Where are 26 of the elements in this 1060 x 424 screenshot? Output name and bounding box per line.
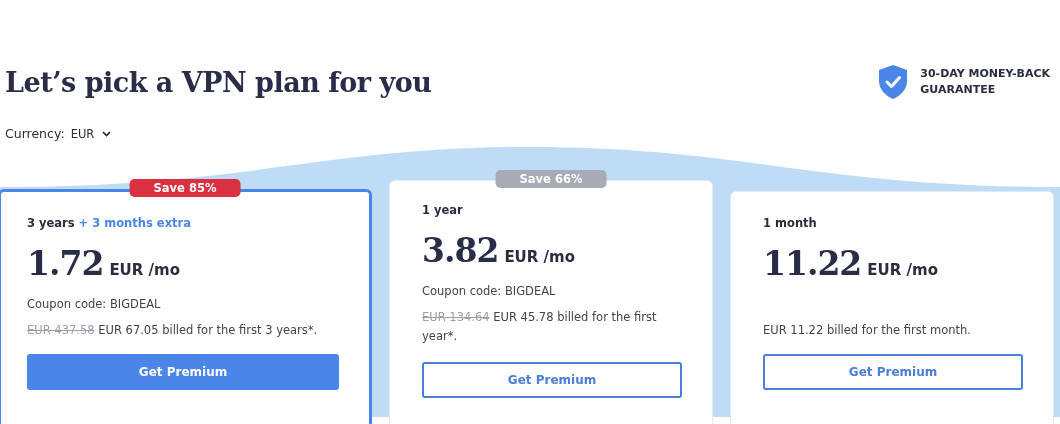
plan-duration: 1 month [763,216,818,230]
currency-dropdown[interactable]: EUR [70,126,112,141]
plan-duration: 3 years + 3 months extra [27,216,192,230]
billing-text: EUR 11.22 billed for the first month. [763,322,972,339]
billing-text: EUR 134.64 EUR 45.78 billed for the first year*. [422,309,658,345]
currency-label: Currency: [5,126,65,141]
shield-check-icon [878,64,909,100]
save-badge: Save 85% [129,179,241,197]
coupon-code: Coupon code: BIGDEAL [422,284,557,298]
price-unit: EUR /mo [504,248,575,266]
get-premium-button[interactable]: Get Premium [27,354,339,390]
guarantee-text: 30-DAY MONEY-BACK GUARANTEE [920,66,1050,98]
plan-duration: 1 year [422,203,464,217]
price: 11.22 [763,244,862,283]
get-premium-button[interactable]: Get Premium [422,362,682,398]
get-premium-button[interactable]: Get Premium [763,354,1023,390]
plan-card[interactable]: 1 month 11.22 EUR /mo EUR 11.22 billed for the first month. Get Premium [730,191,1054,424]
save-badge: Save 66% [495,170,607,188]
price-unit: EUR /mo [867,261,938,279]
price: 1.72 [27,244,104,283]
price: 3.82 [422,231,499,270]
chevron-down-icon [102,130,112,137]
page-title: Let’s pick a VPN plan for you [5,66,432,98]
coupon-code: Coupon code: BIGDEAL [27,297,162,311]
billing-text: EUR 437.58 EUR 67.05 billed for the first 3 years*. [27,322,319,339]
price-unit: EUR /mo [109,261,180,279]
